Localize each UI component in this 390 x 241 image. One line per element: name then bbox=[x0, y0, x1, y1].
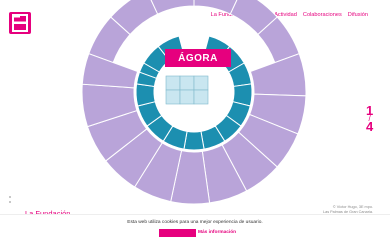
cookie-text: Esta web utiliza cookies para una mejor … bbox=[127, 220, 263, 225]
center-box-5[interactable] bbox=[179, 89, 195, 105]
center-box-2[interactable] bbox=[179, 75, 195, 91]
center-box-4[interactable] bbox=[165, 89, 181, 105]
seating-map bbox=[81, 0, 307, 205]
scroll-indicator[interactable] bbox=[8, 196, 12, 203]
stage-label: ÁGORA bbox=[165, 49, 231, 67]
cookie-more-info-link[interactable]: Más información bbox=[198, 229, 236, 237]
page-total: 4 bbox=[366, 119, 374, 134]
cookie-banner: Esta web utiliza cookies para una mejor … bbox=[0, 214, 390, 241]
scroll-dot bbox=[9, 201, 11, 203]
center-box-3[interactable] bbox=[193, 75, 209, 91]
scroll-dot bbox=[9, 196, 11, 198]
cookie-accept-button[interactable] bbox=[159, 229, 196, 237]
center-box-6[interactable] bbox=[193, 89, 209, 105]
page-indicator: 1 / 4 bbox=[366, 104, 374, 134]
center-box-1[interactable] bbox=[165, 75, 181, 91]
inner-ring-seat-15[interactable] bbox=[135, 83, 156, 107]
